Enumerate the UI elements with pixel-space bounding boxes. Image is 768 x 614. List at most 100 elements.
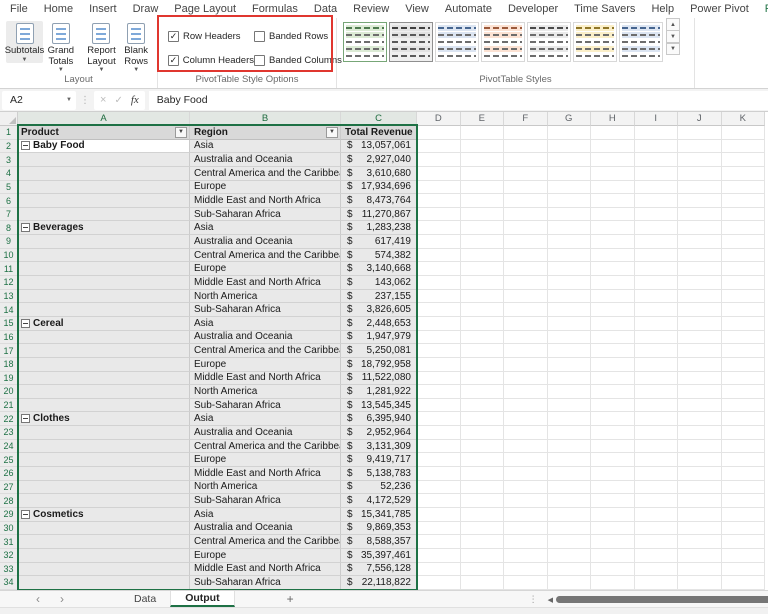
empty-cell[interactable] [591,480,635,495]
cell-c34[interactable]: $22,118,822 [341,576,417,590]
empty-cell[interactable] [721,535,765,549]
empty-cell[interactable] [721,207,765,222]
empty-cell[interactable] [721,166,765,181]
empty-cell[interactable] [417,357,461,372]
cancel-icon[interactable]: × [100,94,106,106]
cell-b20[interactable]: North America [190,385,341,399]
empty-cell[interactable] [591,439,635,454]
empty-cell[interactable] [678,276,722,290]
checkbox-box-icon[interactable] [254,30,265,42]
cell-a29[interactable]: Cosmetics [18,507,190,522]
empty-cell[interactable] [634,262,678,277]
cell-c18[interactable]: $18,792,958 [341,357,417,372]
row-number-15[interactable]: 15 [0,316,18,331]
empty-cell[interactable] [721,439,765,454]
empty-cell[interactable] [721,507,765,522]
empty-cell[interactable] [547,344,591,358]
empty-cell[interactable] [591,344,635,358]
empty-cell[interactable] [591,166,635,181]
empty-cell[interactable] [460,221,504,236]
empty-cell[interactable] [634,357,678,372]
empty-cell[interactable] [504,289,548,304]
empty-cell[interactable] [678,126,722,140]
empty-cell[interactable] [721,248,765,263]
empty-cell[interactable] [504,535,548,549]
empty-cell[interactable] [634,303,678,317]
row-number-20[interactable]: 20 [0,385,18,399]
empty-cell[interactable] [547,330,591,345]
row-number-26[interactable]: 26 [0,467,18,481]
cell-c7[interactable]: $11,270,867 [341,207,417,222]
empty-cell[interactable] [591,371,635,386]
cell-b19[interactable]: Middle East and North Africa [190,371,341,386]
cell-c15[interactable]: $2,448,653 [341,316,417,331]
empty-cell[interactable] [504,521,548,536]
empty-cell[interactable] [460,439,504,454]
empty-cell[interactable] [591,207,635,222]
empty-cell[interactable] [417,330,461,345]
empty-cell[interactable] [504,330,548,345]
empty-cell[interactable] [417,166,461,181]
empty-cell[interactable] [678,303,722,317]
row-number-11[interactable]: 11 [0,262,18,277]
empty-cell[interactable] [460,357,504,372]
empty-cell[interactable] [547,357,591,372]
row-number-8[interactable]: 8 [0,221,18,236]
row-number-29[interactable]: 29 [0,507,18,522]
checkbox-banded-columns[interactable]: Banded Columns [254,54,346,66]
empty-cell[interactable] [460,126,504,140]
cell-c28[interactable]: $4,172,529 [341,494,417,508]
ribbon-tab-insert[interactable]: Insert [81,0,125,18]
empty-cell[interactable] [460,562,504,577]
empty-cell[interactable] [504,507,548,522]
cell-a21[interactable] [18,398,190,413]
sheet-nav-right-icon[interactable]: › [50,591,74,607]
scroll-left-icon[interactable]: ◀ [548,596,553,604]
cell-b5[interactable]: Europe [190,180,341,195]
empty-cell[interactable] [504,303,548,317]
empty-cell[interactable] [634,548,678,563]
empty-cell[interactable] [634,480,678,495]
empty-cell[interactable] [460,166,504,181]
cell-c4[interactable]: $3,610,680 [341,166,417,181]
empty-cell[interactable] [417,398,461,413]
empty-cell[interactable] [678,139,722,154]
empty-cell[interactable] [504,139,548,154]
collapse-minus-icon[interactable] [21,223,30,233]
row-number-19[interactable]: 19 [0,371,18,386]
empty-cell[interactable] [460,316,504,331]
cell-c31[interactable]: $8,588,357 [341,535,417,549]
cell-a17[interactable] [18,344,190,358]
empty-cell[interactable] [591,507,635,522]
empty-cell[interactable] [678,180,722,195]
row-number-30[interactable]: 30 [0,521,18,536]
empty-cell[interactable] [591,357,635,372]
row-number-12[interactable]: 12 [0,276,18,290]
cell-b16[interactable]: Australia and Oceania [190,330,341,345]
empty-cell[interactable] [504,385,548,399]
empty-cell[interactable] [504,194,548,208]
empty-cell[interactable] [460,521,504,536]
empty-cell[interactable] [591,221,635,236]
empty-cell[interactable] [678,535,722,549]
row-number-17[interactable]: 17 [0,344,18,358]
empty-cell[interactable] [504,262,548,277]
cell-b12[interactable]: Middle East and North Africa [190,276,341,290]
empty-cell[interactable] [547,221,591,236]
row-number-25[interactable]: 25 [0,453,18,468]
empty-cell[interactable] [460,262,504,277]
empty-cell[interactable] [591,426,635,440]
row-number-3[interactable]: 3 [0,153,18,167]
empty-cell[interactable] [591,153,635,167]
cell-a32[interactable] [18,548,190,563]
enter-icon[interactable]: ✓ [114,95,122,106]
cell-a3[interactable] [18,153,190,167]
empty-cell[interactable] [634,207,678,222]
empty-cell[interactable] [721,194,765,208]
empty-cell[interactable] [634,494,678,508]
empty-cell[interactable] [417,289,461,304]
pivot-style-light-gray-current[interactable] [389,22,433,62]
cell-b11[interactable]: Europe [190,262,341,277]
cell-a14[interactable] [18,303,190,317]
empty-cell[interactable] [504,357,548,372]
